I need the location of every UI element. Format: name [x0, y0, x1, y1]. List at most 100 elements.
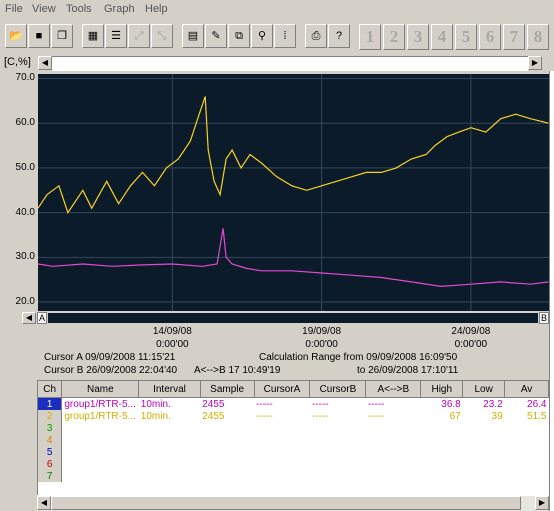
toolbar: 📂 ■ ❐ ▦ ☰ ⤢ ⤡ ▤ ✎ ⧉ ⚲ ⁞ ⎙ ? 1 2 3 4 5 6 … — [0, 22, 554, 52]
copy-icon[interactable]: ❐ — [51, 24, 73, 48]
table-hscrollbar[interactable]: ◀ ▶ — [37, 495, 550, 511]
y-tick-label: 70.0 — [15, 72, 35, 84]
a-to-b-cell — [366, 458, 421, 470]
link-icon[interactable]: ⚲ — [251, 24, 273, 48]
cursor-b-cell — [310, 422, 366, 434]
menu-help[interactable]: Help — [145, 3, 168, 15]
unit-bar: [C,%] ◀ ▶ — [0, 55, 554, 71]
menu-graph[interactable]: Graph — [104, 3, 135, 15]
table-row[interactable]: 7 — [38, 470, 549, 482]
edit-icon[interactable]: ✎ — [205, 24, 227, 48]
table-scroll-right-icon[interactable]: ▶ — [535, 496, 549, 510]
col-a-to-b[interactable]: A<-->B — [365, 381, 422, 398]
cursor-b-cell: ----- — [311, 410, 329, 422]
ch-cell: 6 — [38, 458, 63, 470]
cursor-a-cell — [254, 446, 310, 458]
av-cell — [505, 470, 549, 482]
help-icon[interactable]: ? — [328, 24, 350, 48]
sample-cell — [200, 446, 254, 458]
chart-plot[interactable] — [38, 74, 550, 311]
calc-range-info: Calculation Range from 09/09/2008 16:09'… — [259, 352, 458, 363]
table-scroll-thumb[interactable] — [51, 496, 521, 510]
y-tick-label: 60.0 — [15, 117, 35, 129]
page-5-button[interactable]: 5 — [455, 24, 477, 50]
window-vscrollbar[interactable] — [549, 71, 554, 511]
sample-cell: 2455 — [202, 410, 225, 422]
zoom-fit-icon[interactable]: ⤢ — [128, 24, 150, 48]
col-interval[interactable]: Interval — [138, 381, 201, 398]
high-cell — [421, 422, 463, 434]
col-cursor-a[interactable]: CursorA — [254, 381, 311, 398]
low-cell — [463, 458, 505, 470]
col-low[interactable]: Low — [462, 381, 506, 398]
print-icon[interactable]: ⎙ — [305, 24, 327, 48]
table-row[interactable]: 6 — [38, 458, 549, 470]
sample-cell — [200, 422, 254, 434]
low-cell — [463, 470, 505, 482]
menu-file[interactable]: File — [5, 3, 23, 15]
page-4-button[interactable]: 4 — [431, 24, 453, 50]
name-cell: group1/RTR-5... — [64, 398, 136, 410]
interval-cell — [139, 458, 200, 470]
sample-cell — [200, 470, 254, 482]
table-scroll-left-icon[interactable]: ◀ — [37, 496, 51, 510]
chart-scroll-left-icon[interactable]: ◀ — [22, 312, 36, 324]
menu-tools[interactable]: Tools — [66, 3, 92, 15]
table-row[interactable]: 3 — [38, 422, 549, 434]
col-name[interactable]: Name — [61, 381, 140, 398]
table-row[interactable]: 4 — [38, 434, 549, 446]
x-tick-date: 19/09/08 — [302, 326, 342, 337]
cursor-b-marker[interactable]: B — [539, 312, 549, 324]
interval-cell — [139, 470, 200, 482]
menu-view[interactable]: View — [32, 3, 56, 15]
av-cell — [505, 422, 549, 434]
list-icon[interactable]: ☰ — [105, 24, 127, 48]
table-icon[interactable]: ▤ — [182, 24, 204, 48]
col-cursor-b[interactable]: CursorB — [309, 381, 367, 398]
page-1-button[interactable]: 1 — [359, 24, 381, 50]
high-cell: 36.8 — [441, 398, 461, 410]
cursor-a-cell — [254, 470, 310, 482]
x-tick-time: 0:00'00 — [156, 339, 189, 350]
table-row[interactable]: 1 group1/RTR-5... 10min. 2455 ----- ----- ----… — [38, 397, 549, 410]
page-7-button[interactable]: 7 — [503, 24, 525, 50]
name-cell — [62, 446, 139, 458]
cursor-a-cell — [254, 422, 310, 434]
page-2-button[interactable]: 2 — [383, 24, 405, 50]
col-sample[interactable]: Sample — [200, 381, 255, 398]
ch-cell: 1 — [38, 397, 63, 410]
table-row[interactable]: 2 group1/RTR-5... 10min. 2455 ----- ----- ----… — [38, 410, 549, 422]
open-icon[interactable]: 📂 — [5, 24, 27, 48]
y-tick-label: 50.0 — [15, 161, 35, 173]
save-icon[interactable]: ■ — [28, 24, 50, 48]
top-scrollbar-track[interactable] — [52, 56, 528, 71]
scroll-right-icon[interactable]: ▶ — [528, 56, 542, 70]
a-to-b-info: A<-->B 17 10:49'19 — [194, 365, 281, 376]
cursor-a-info: Cursor A 09/09/2008 11:15'21 — [44, 352, 176, 363]
compare-icon[interactable]: ⧉ — [228, 24, 250, 48]
scroll-left-icon[interactable]: ◀ — [38, 56, 52, 70]
high-cell — [421, 458, 463, 470]
chart-scrollbar-thumb[interactable] — [48, 313, 538, 323]
ch-cell: 5 — [38, 446, 63, 458]
table-row[interactable]: 5 — [38, 446, 549, 458]
series-line-1 — [38, 96, 549, 214]
interval-cell: 10min. — [140, 398, 171, 410]
ch-cell: 4 — [38, 434, 63, 446]
av-cell: 51.5 — [527, 410, 547, 422]
cursor-icon[interactable]: ⁞ — [274, 24, 296, 48]
cursor-a-marker[interactable]: A — [37, 312, 47, 324]
col-ch[interactable]: Ch — [38, 381, 63, 398]
page-8-button[interactable]: 8 — [527, 24, 549, 50]
page-3-button[interactable]: 3 — [407, 24, 429, 50]
low-cell — [463, 446, 505, 458]
col-av[interactable]: Av — [504, 381, 549, 398]
col-high[interactable]: High — [420, 381, 464, 398]
zoom-out-icon[interactable]: ⤡ — [151, 24, 173, 48]
page-6-button[interactable]: 6 — [479, 24, 501, 50]
y-tick-label: 40.0 — [15, 206, 35, 218]
calc-range-to-info: to 26/09/2008 17:10'11 — [357, 365, 459, 376]
channel-icon[interactable]: ▦ — [82, 24, 104, 48]
chart-scrollbar[interactable]: ◀ A B — [22, 312, 552, 324]
cursor-b-cell — [310, 470, 366, 482]
